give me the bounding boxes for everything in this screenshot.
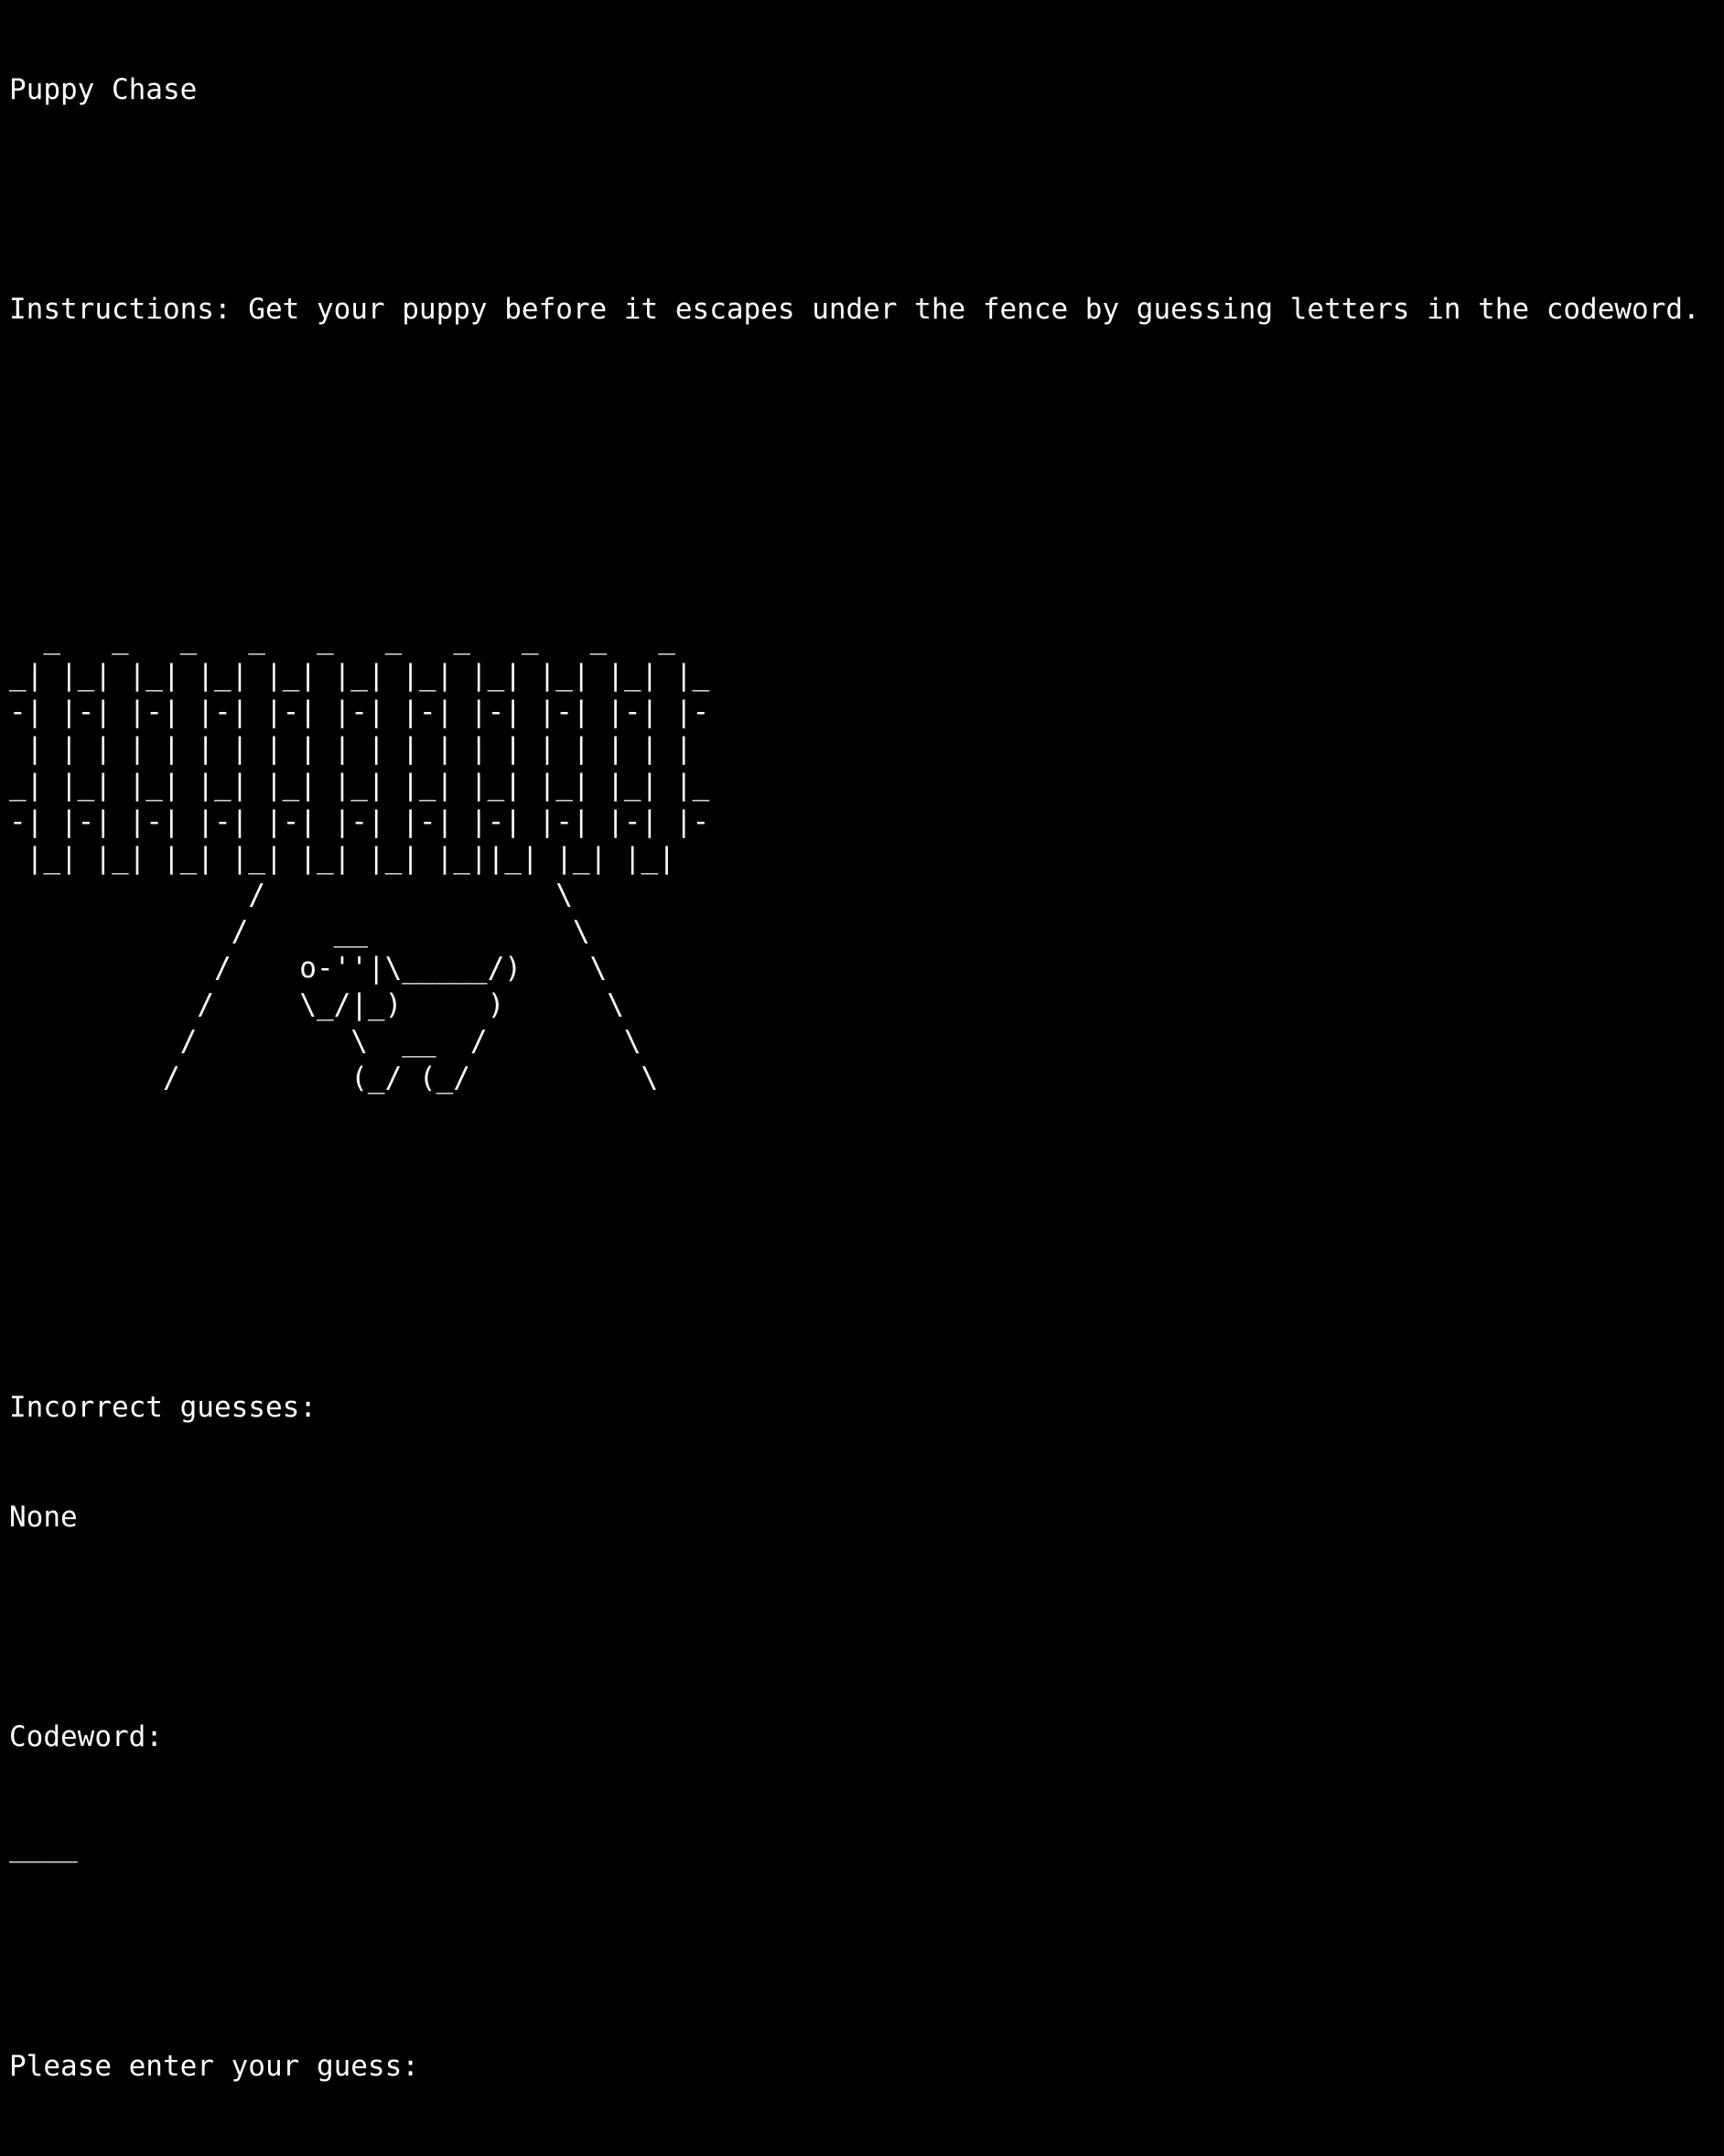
codeword-label: Codeword: bbox=[9, 1720, 163, 1753]
instructions-text: Instructions: Get your puppy before it e… bbox=[9, 293, 1700, 326]
guess-prompt: Please enter your guess: bbox=[9, 2050, 419, 2083]
codeword-value: ____ bbox=[9, 1830, 78, 1863]
game-title: Puppy Chase bbox=[9, 73, 198, 106]
incorrect-guesses-value: None bbox=[9, 1501, 78, 1534]
terminal-window: Puppy Chase Instructions: Get your puppy… bbox=[9, 0, 1700, 2156]
incorrect-guesses-label: Incorrect guesses: bbox=[9, 1391, 317, 1424]
fence-puppy-ascii-art: _ _ _ _ _ _ _ _ _ _ _| |_| |_| |_| |_| |… bbox=[9, 622, 710, 1094]
